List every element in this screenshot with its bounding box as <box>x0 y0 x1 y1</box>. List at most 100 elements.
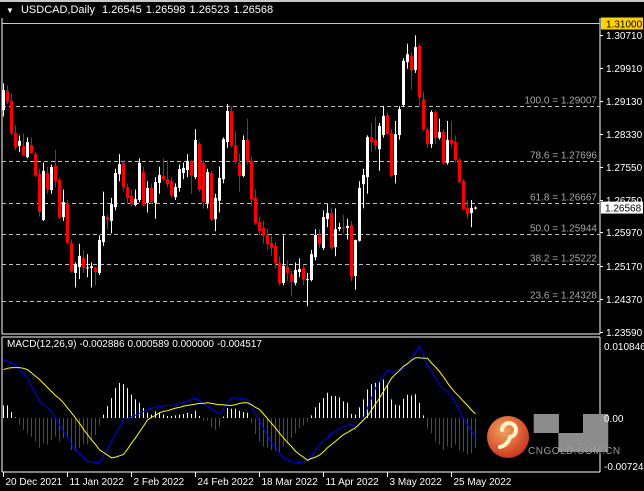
price-tick-label: 1.27550 <box>606 163 643 174</box>
bear-candle <box>466 207 469 215</box>
fib-label: 100.0 = 1.29007 <box>524 96 597 107</box>
bull-candle <box>102 215 105 243</box>
watermark-domain: CNGOLD.COM.CN <box>528 446 621 457</box>
bear-candle <box>38 174 41 213</box>
bull-candle <box>394 134 397 175</box>
bull-candle <box>178 169 181 188</box>
bear-candle <box>230 110 233 146</box>
bear-candle <box>330 212 333 248</box>
bear-candle <box>14 132 17 148</box>
bull-candle <box>222 139 225 180</box>
bear-candle <box>302 267 305 280</box>
fib-label: 61.8 = 1.26667 <box>530 193 597 204</box>
bull-candle <box>346 225 349 228</box>
price-tick-label: 1.25970 <box>606 228 643 239</box>
date-axis: 20 Dec 2021 11 Jan 2022 2 Feb 2022 24 Feb 2… <box>3 472 512 488</box>
macd-signal-value: 0.000589 <box>127 339 170 350</box>
bull-candle <box>182 167 185 173</box>
bull-candle <box>26 142 29 158</box>
bear-candle <box>350 225 353 278</box>
macd-buffer3-value: 0.000000 <box>172 339 214 350</box>
bull-candle <box>186 160 189 170</box>
bear-candle <box>198 144 201 190</box>
bear-candle <box>82 257 85 268</box>
bear-candle <box>370 137 373 143</box>
bear-candle <box>262 227 265 236</box>
bull-candle <box>90 266 93 268</box>
bull-candle <box>174 187 177 198</box>
bull-candle <box>146 187 149 203</box>
date-tick-label: 24 Feb 2022 <box>198 477 255 488</box>
macd-main-line <box>3 345 476 464</box>
bull-candle <box>78 255 81 268</box>
bear-candle <box>162 175 165 180</box>
bull-candle <box>194 140 197 178</box>
bull-candle <box>134 199 137 205</box>
bear-candle <box>106 217 109 220</box>
bear-candle <box>250 160 253 200</box>
bear-candle <box>94 267 97 273</box>
bear-candle <box>442 132 445 163</box>
bear-candle <box>34 154 37 175</box>
bull-candle <box>354 240 357 276</box>
bear-candle <box>142 172 145 205</box>
candles <box>2 35 477 307</box>
fib-label: 38.2 = 1.25222 <box>530 254 597 265</box>
bull-candle <box>378 125 381 150</box>
fib-label: 50.0 = 1.25944 <box>530 224 597 235</box>
bull-candle <box>62 202 65 218</box>
price-tick-label: 1.29130 <box>606 97 643 108</box>
bull-candle <box>414 47 417 70</box>
bear-candle <box>54 165 57 181</box>
resistance-price-label: 1.31000 <box>606 20 643 31</box>
bull-candle <box>358 187 361 241</box>
date-tick-label: 25 May 2022 <box>454 477 512 488</box>
bull-candle <box>218 177 221 201</box>
bull-candle <box>362 175 365 185</box>
resistance-line[interactable]: 1.31000 <box>2 17 643 31</box>
bear-candle <box>254 197 257 223</box>
price-tick-label: 1.28330 <box>606 130 643 141</box>
bear-candle <box>202 162 205 203</box>
bull-candle <box>206 172 209 203</box>
chart-frame <box>1 18 601 473</box>
bull-candle <box>214 197 217 220</box>
bear-candle <box>238 162 241 176</box>
bear-candle <box>166 179 169 185</box>
bull-candle <box>406 54 409 63</box>
date-tick-label: 11 Jan 2022 <box>70 477 125 488</box>
macd-hist-value: -0.004517 <box>216 339 262 350</box>
bear-candle <box>266 235 269 245</box>
bull-candle <box>470 207 473 213</box>
bull-candle <box>298 269 301 273</box>
bull-candle <box>338 227 341 230</box>
bear-candle <box>234 145 237 163</box>
bear-candle <box>458 160 461 183</box>
bull-candle <box>322 217 325 248</box>
bear-candle <box>422 99 425 130</box>
bull-candle <box>294 270 297 283</box>
price-tick-label: 1.25170 <box>606 262 643 273</box>
bull-candle <box>430 112 433 145</box>
price-tick-label: 1.23590 <box>606 328 643 339</box>
bull-candle <box>334 229 337 248</box>
bear-candle <box>22 145 25 155</box>
price-chart[interactable]: ▀▄█ 100.0 = 1.2900778.6 = 1.2769661.8 = … <box>0 0 644 491</box>
bear-candle <box>390 132 393 176</box>
bull-candle <box>74 264 77 273</box>
current-price-label: 1.26568 <box>605 204 642 215</box>
bear-candle <box>46 172 49 190</box>
bear-candle <box>318 235 321 245</box>
bear-candle <box>246 140 249 163</box>
bear-candle <box>450 140 453 143</box>
bear-candle <box>190 160 193 175</box>
bear-candle <box>130 195 133 205</box>
bull-candle <box>98 240 101 273</box>
bear-candle <box>374 140 377 146</box>
bull-candle <box>314 235 317 258</box>
bull-candle <box>158 175 161 183</box>
bull-candle <box>474 207 477 209</box>
bear-candle <box>286 267 289 273</box>
fib-label: 23.6 = 1.24328 <box>530 291 597 302</box>
bull-candle <box>86 267 89 269</box>
